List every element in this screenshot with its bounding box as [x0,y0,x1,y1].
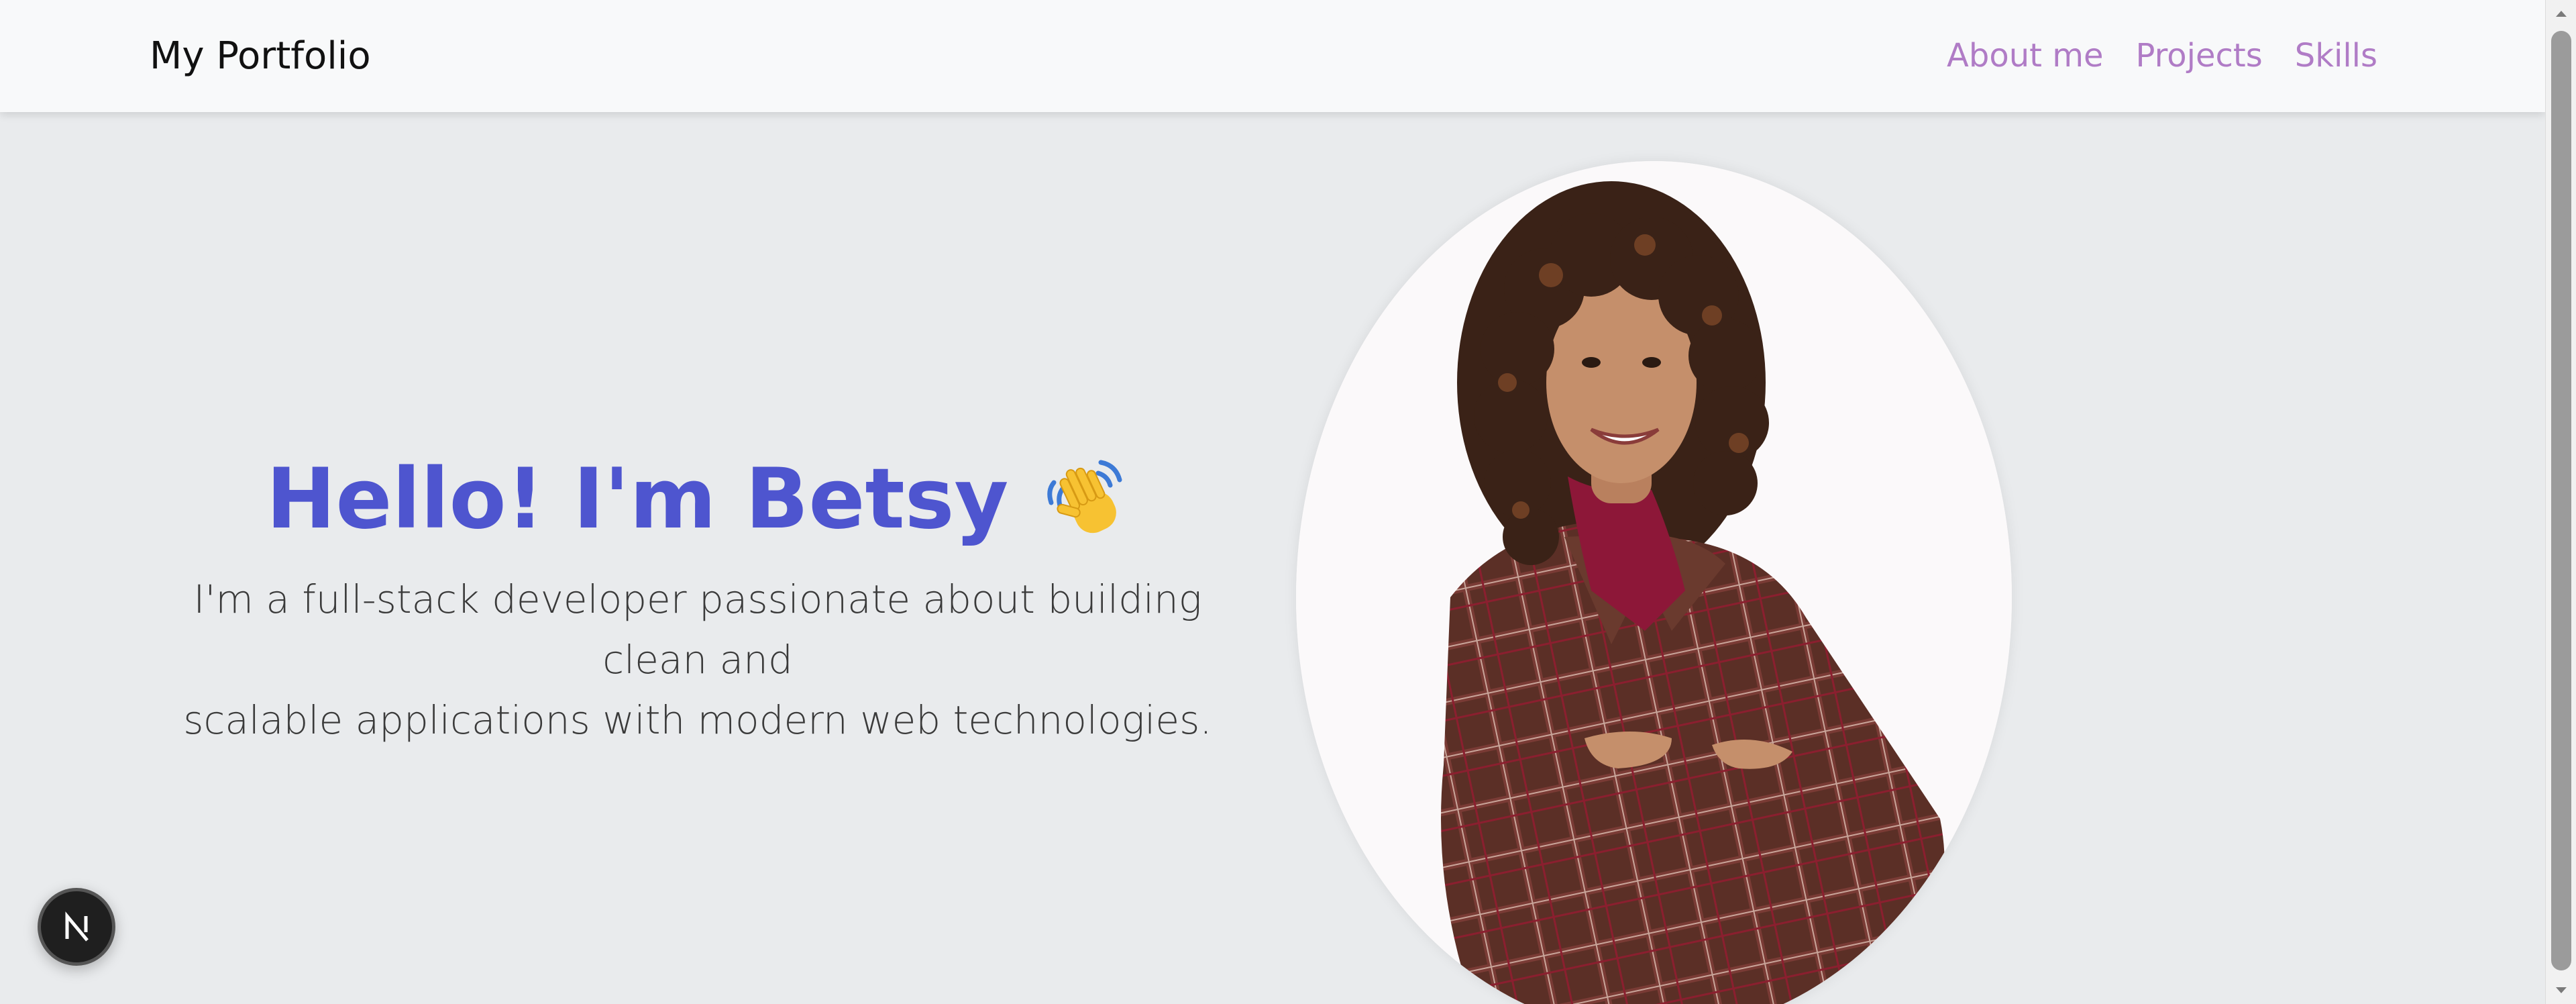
profile-photo [1296,161,2012,1004]
hero-heading: Hello! I'm Betsy [266,450,1130,550]
scroll-down-arrow-icon[interactable] [2546,977,2576,1004]
nav-link-projects[interactable]: Projects [2135,37,2262,76]
waving-hand-icon [1042,456,1129,543]
hero-subtitle-line-1: I'm a full-stack developer passionate ab… [193,576,1202,683]
nav-links: About me Projects Skills [1947,37,2377,76]
nextjs-logo-icon [65,911,89,942]
scrollbar-thumb[interactable] [2551,31,2571,970]
navbar: My Portfolio About me Projects Skills [0,0,2545,112]
brand-link[interactable]: My Portfolio [150,34,371,79]
page: My Portfolio About me Projects Skills He… [0,0,2545,1004]
nav-link-about-me[interactable]: About me [1947,37,2103,76]
hero-intro: Hello! I'm Betsy I'm a full-stack develo… [161,450,1234,750]
hero-subtitle: I'm a full-stack developer passionate ab… [161,570,1234,751]
hero-heading-text: Hello! I'm Betsy [266,451,1009,548]
hero-subtitle-line-2: scalable applications with modern web te… [183,697,1212,743]
scroll-up-arrow-icon[interactable] [2546,0,2576,27]
nextjs-dev-badge[interactable] [38,888,115,966]
vertical-scrollbar[interactable] [2545,0,2576,1004]
nav-link-skills[interactable]: Skills [2295,37,2377,76]
